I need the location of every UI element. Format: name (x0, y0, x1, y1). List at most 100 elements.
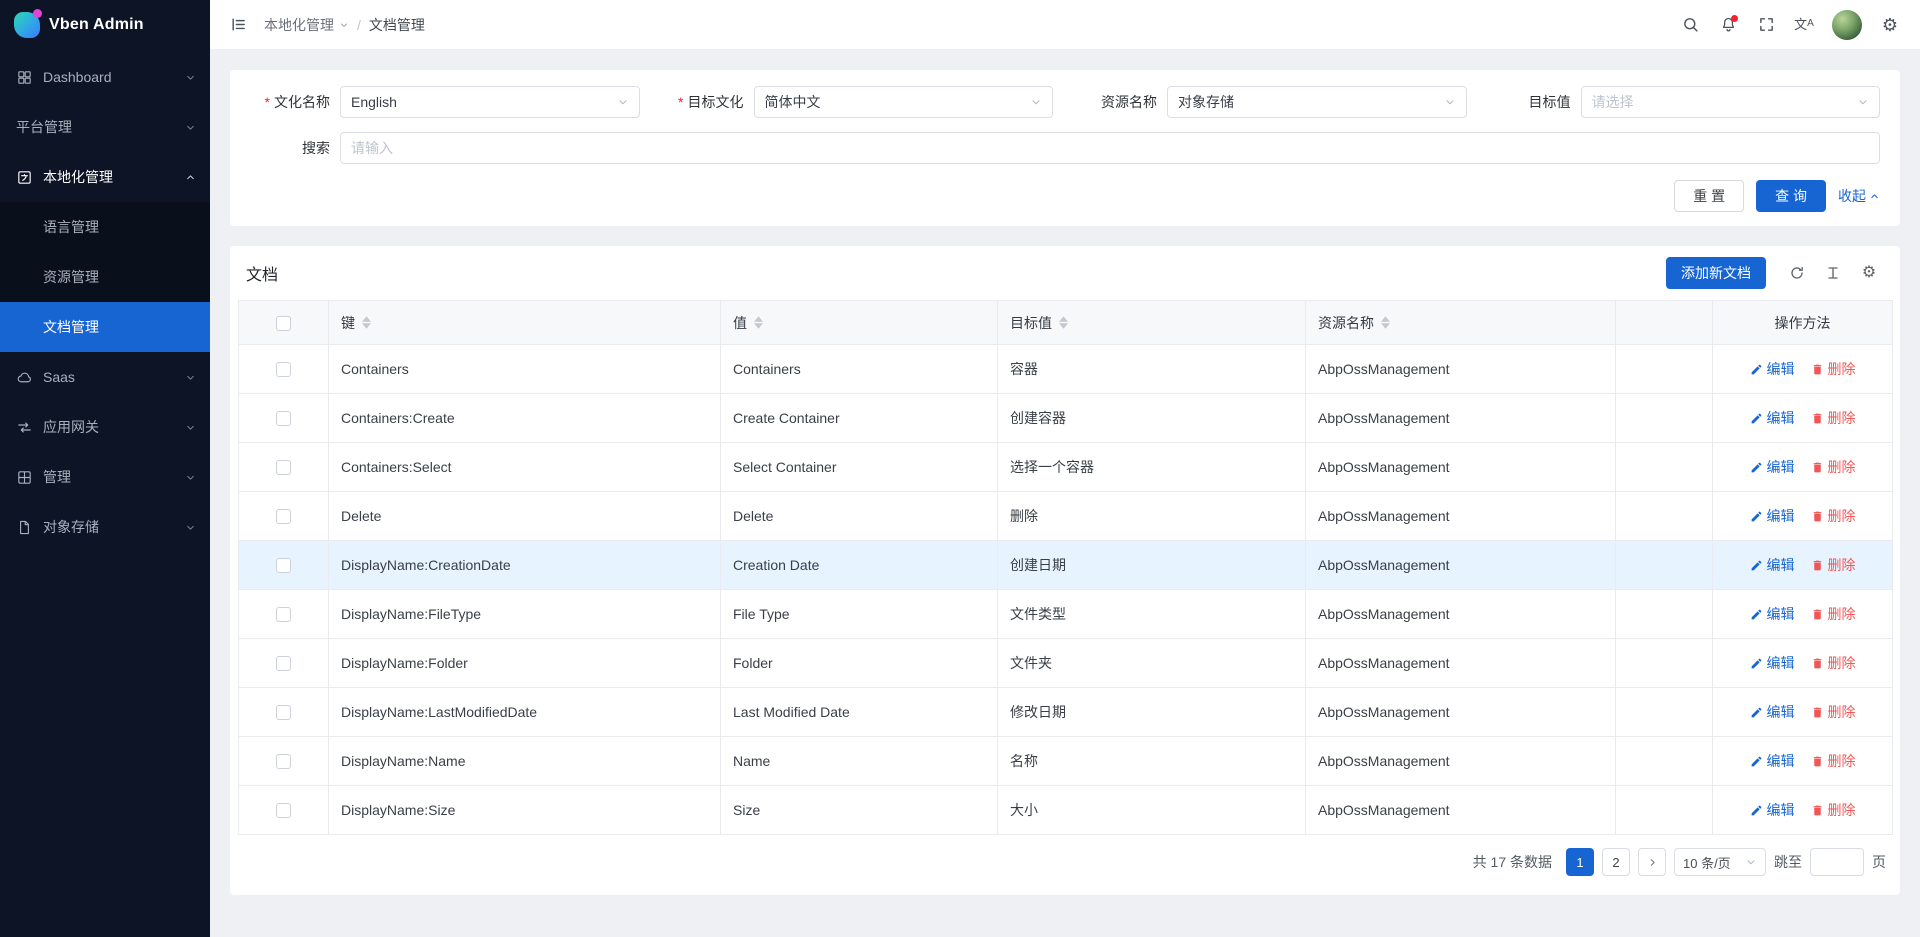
sidebar-item-saas[interactable]: Saas (0, 352, 210, 402)
row-checkbox[interactable] (276, 656, 291, 671)
fullscreen-button[interactable] (1748, 0, 1784, 50)
row-checkbox[interactable] (276, 460, 291, 475)
jump-label: 跳至 (1774, 852, 1802, 872)
sidebar-item-language-management[interactable]: 语言管理 (0, 202, 210, 252)
refresh-button[interactable] (1782, 258, 1812, 288)
delete-button[interactable]: 删除 (1811, 408, 1856, 428)
row-height-icon (1825, 265, 1841, 281)
column-header-resource[interactable]: 资源名称 (1318, 313, 1603, 333)
cell-key: DisplayName:Folder (329, 639, 721, 688)
edit-button[interactable]: 编辑 (1750, 653, 1795, 673)
culture-select-value: English (351, 94, 397, 110)
gear-icon: ⚙ (1882, 16, 1898, 34)
cell-value: Delete (721, 492, 998, 541)
next-page-button[interactable] (1638, 848, 1666, 876)
column-settings-button[interactable]: ⚙ (1854, 258, 1884, 288)
page-size-select[interactable]: 10 条/页 (1674, 848, 1766, 876)
cell-resource: AbpOssManagement (1306, 786, 1616, 835)
row-checkbox[interactable] (276, 509, 291, 524)
delete-button[interactable]: 删除 (1811, 702, 1856, 722)
table-row: DisplayName:FileType File Type 文件类型 AbpO… (239, 590, 1893, 639)
collapse-link[interactable]: 收起 (1838, 186, 1880, 206)
row-checkbox[interactable] (276, 362, 291, 377)
delete-button[interactable]: 删除 (1811, 457, 1856, 477)
column-header-value[interactable]: 值 (733, 313, 985, 333)
jump-page-input[interactable] (1810, 848, 1864, 876)
edit-icon (1750, 608, 1763, 621)
resource-select[interactable]: 对象存储 (1167, 86, 1467, 118)
settings-button[interactable]: ⚙ (1872, 0, 1908, 50)
chevron-down-icon (185, 522, 196, 533)
cell-key: Containers (329, 345, 721, 394)
resource-select-value: 对象存储 (1178, 92, 1234, 112)
edit-button[interactable]: 编辑 (1750, 457, 1795, 477)
edit-button[interactable]: 编辑 (1750, 408, 1795, 428)
refresh-icon (1789, 265, 1805, 281)
edit-button[interactable]: 编辑 (1750, 604, 1795, 624)
resource-label: 资源名称 (1077, 92, 1157, 112)
edit-button[interactable]: 编辑 (1750, 751, 1795, 771)
translate-icon: 文A (1794, 18, 1814, 31)
sidebar-item-resource-management[interactable]: 资源管理 (0, 252, 210, 302)
sidebar-item-document-management[interactable]: 文档管理 (0, 302, 210, 352)
row-height-button[interactable] (1818, 258, 1848, 288)
trash-icon (1811, 755, 1824, 768)
page-2-button[interactable]: 2 (1602, 848, 1630, 876)
column-header-key[interactable]: 键 (341, 313, 708, 333)
menu-label: 管理 (43, 467, 185, 487)
query-button[interactable]: 查 询 (1756, 180, 1826, 212)
sidebar-item-management[interactable]: 管理 (0, 452, 210, 502)
cell-key: DisplayName:Name (329, 737, 721, 786)
breadcrumb-parent[interactable]: 本地化管理 (264, 15, 349, 35)
logo[interactable]: Vben Admin (0, 0, 210, 50)
select-all-checkbox[interactable] (276, 316, 291, 331)
column-header-target[interactable]: 目标值 (1010, 313, 1293, 333)
row-checkbox[interactable] (276, 803, 291, 818)
culture-select[interactable]: English (340, 86, 640, 118)
search-input[interactable] (340, 132, 1880, 164)
edit-button[interactable]: 编辑 (1750, 800, 1795, 820)
row-checkbox[interactable] (276, 754, 291, 769)
delete-button[interactable]: 删除 (1811, 506, 1856, 526)
delete-button[interactable]: 删除 (1811, 653, 1856, 673)
avatar[interactable] (1832, 10, 1862, 40)
delete-button[interactable]: 删除 (1811, 604, 1856, 624)
menu-fold-icon (230, 16, 247, 33)
menu-label: 本地化管理 (43, 167, 185, 187)
sort-icon[interactable] (754, 316, 763, 329)
target-value-select[interactable]: 请选择 (1581, 86, 1881, 118)
row-checkbox[interactable] (276, 411, 291, 426)
row-checkbox[interactable] (276, 607, 291, 622)
page-1-button[interactable]: 1 (1566, 848, 1594, 876)
sidebar-item-object-storage[interactable]: 对象存储 (0, 502, 210, 552)
menu-fold-button[interactable] (226, 13, 250, 37)
sidebar-item-application-gateway[interactable]: 应用网关 (0, 402, 210, 452)
cell-value: Last Modified Date (721, 688, 998, 737)
edit-button[interactable]: 编辑 (1750, 506, 1795, 526)
delete-button[interactable]: 删除 (1811, 359, 1856, 379)
sort-icon[interactable] (1381, 316, 1390, 329)
translate-button[interactable]: 文A (1786, 0, 1822, 50)
notification-button[interactable] (1710, 0, 1746, 50)
target-value-select-placeholder: 请选择 (1592, 92, 1634, 112)
edit-button[interactable]: 编辑 (1750, 359, 1795, 379)
chevron-down-icon (185, 422, 196, 433)
sidebar-item-dashboard[interactable]: Dashboard (0, 52, 210, 102)
sidebar-item-platform-management[interactable]: 平台管理 (0, 102, 210, 152)
row-checkbox[interactable] (276, 705, 291, 720)
edit-button[interactable]: 编辑 (1750, 702, 1795, 722)
target-culture-select[interactable]: 简体中文 (754, 86, 1054, 118)
reset-button[interactable]: 重 置 (1674, 180, 1744, 212)
sort-icon[interactable] (1059, 316, 1068, 329)
delete-button[interactable]: 删除 (1811, 751, 1856, 771)
add-document-button[interactable]: 添加新文档 (1666, 257, 1766, 289)
delete-button[interactable]: 删除 (1811, 800, 1856, 820)
sort-icon[interactable] (362, 316, 371, 329)
table-row: DisplayName:Size Size 大小 AbpOssManagemen… (239, 786, 1893, 835)
edit-button[interactable]: 编辑 (1750, 555, 1795, 575)
logo-icon (14, 12, 40, 38)
delete-button[interactable]: 删除 (1811, 555, 1856, 575)
row-checkbox[interactable] (276, 558, 291, 573)
sidebar-item-localization-management[interactable]: 本地化管理 (0, 152, 210, 202)
search-button[interactable] (1672, 0, 1708, 50)
